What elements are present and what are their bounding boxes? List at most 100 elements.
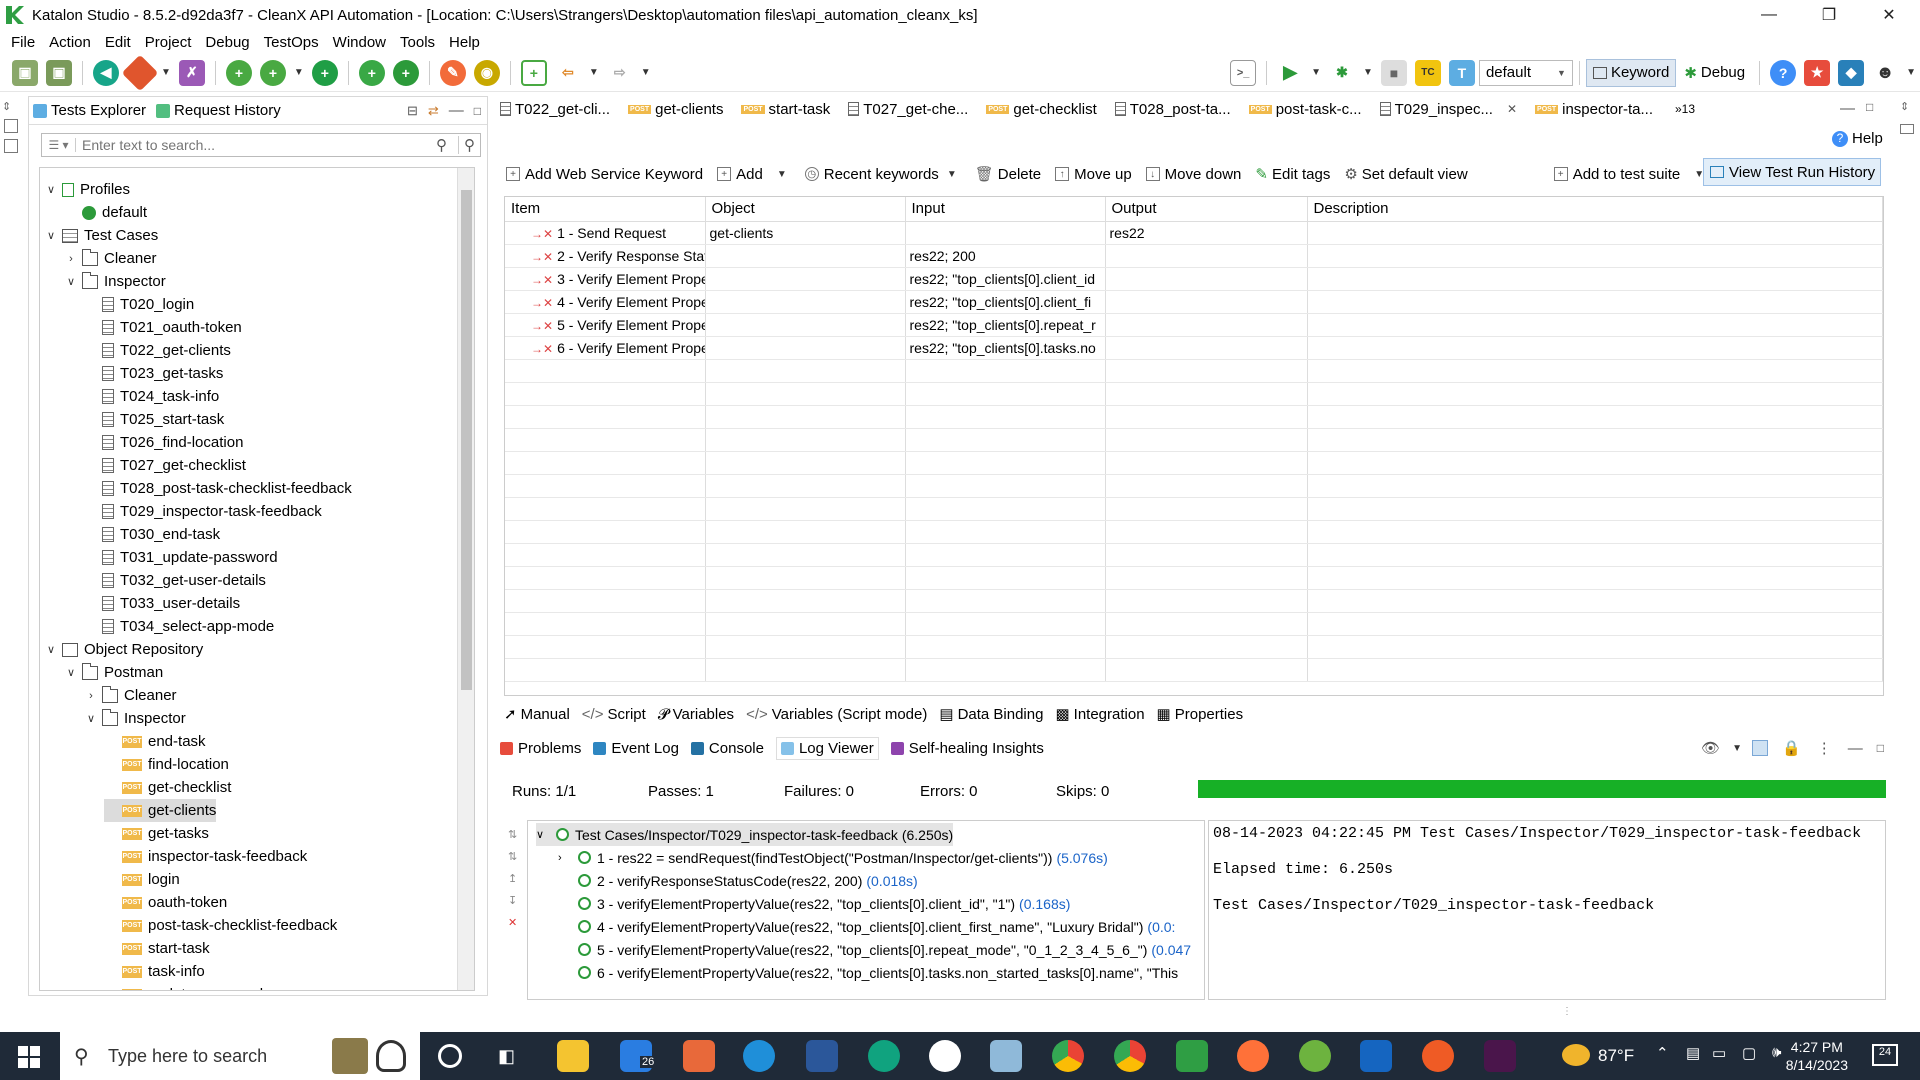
stop-icon[interactable]: ■ bbox=[1380, 59, 1407, 86]
menu-action[interactable]: Action bbox=[49, 34, 91, 51]
tree-test-case[interactable]: T022_get-clients bbox=[84, 339, 231, 362]
move-up-button[interactable]: ↑ Move up bbox=[1055, 166, 1132, 183]
minimize-button[interactable]: — bbox=[1740, 0, 1798, 30]
grid-cell-object[interactable] bbox=[705, 612, 906, 636]
tab-overflow-indicator[interactable]: »13 bbox=[1675, 102, 1695, 116]
grid-cell-input[interactable]: res22; 200 bbox=[905, 244, 1106, 268]
editor-tab[interactable]: T027_get-che... bbox=[848, 101, 968, 118]
test-step-row[interactable] bbox=[505, 589, 1883, 613]
tree-tc-inspector[interactable]: ∨ Inspector bbox=[64, 270, 166, 293]
grid-cell-output[interactable] bbox=[1105, 290, 1308, 314]
git-icon[interactable] bbox=[121, 54, 159, 91]
add-button[interactable]: + Add ▼ bbox=[717, 166, 791, 183]
firefox-icon[interactable] bbox=[1237, 1040, 1269, 1072]
grid-cell-output[interactable] bbox=[1105, 359, 1308, 383]
new-icon[interactable]: + bbox=[225, 59, 252, 86]
tree-test-case[interactable]: T027_get-checklist bbox=[84, 454, 246, 477]
keyword-perspective-button[interactable]: Keyword bbox=[1585, 58, 1677, 87]
grid-cell-input[interactable] bbox=[905, 566, 1106, 590]
editor-tab[interactable]: T028_post-ta... bbox=[1114, 101, 1231, 118]
task-view-icon[interactable]: ◧ bbox=[498, 1046, 515, 1067]
grid-cell-input[interactable] bbox=[905, 451, 1106, 475]
tunnel-icon[interactable]: T bbox=[1448, 59, 1475, 86]
grid-cell-desc[interactable] bbox=[1307, 313, 1883, 337]
test-step-row[interactable]: →✕ 3 - Verify Element Prope res22; "top_cl… bbox=[505, 267, 1883, 291]
test-step-row[interactable] bbox=[505, 566, 1883, 590]
grid-cell-output[interactable] bbox=[1105, 658, 1308, 682]
collapse-all-icon[interactable]: ⊟ bbox=[407, 103, 418, 119]
grid-cell-item[interactable] bbox=[505, 520, 706, 544]
grid-cell-item[interactable]: →✕ 6 - Verify Element Prope bbox=[505, 336, 706, 360]
view-test-run-history-button[interactable]: View Test Run History bbox=[1703, 158, 1881, 186]
log-step[interactable]: 5 - verifyElementPropertyValue(res22, "t… bbox=[578, 938, 1191, 961]
tab-variables[interactable]: 𝓟 Variables bbox=[658, 706, 734, 723]
console-minimize-icon[interactable]: — bbox=[1848, 740, 1863, 757]
add-to-test-suite-button[interactable]: + Add to test suite ▼ bbox=[1553, 166, 1708, 183]
tree-test-case[interactable]: T026_find-location bbox=[84, 431, 243, 454]
tree-test-case[interactable]: T029_inspector-task-feedback bbox=[84, 500, 322, 523]
weather-temp[interactable]: 87°F bbox=[1598, 1046, 1634, 1066]
lock-icon[interactable]: 🔒 bbox=[1782, 739, 1801, 757]
spy-wsdl-icon[interactable]: + bbox=[358, 59, 385, 86]
panel-icon[interactable] bbox=[4, 119, 18, 133]
grid-cell-desc[interactable] bbox=[1307, 382, 1883, 406]
console-maximize-icon[interactable]: □ bbox=[1877, 741, 1884, 755]
grid-cell-item[interactable] bbox=[505, 589, 706, 613]
test-step-row[interactable]: →✕ 5 - Verify Element Prope res22; "top_cl… bbox=[505, 313, 1883, 337]
close-tab-icon[interactable]: ✕ bbox=[1507, 102, 1517, 116]
grid-cell-object[interactable] bbox=[705, 566, 906, 590]
log-step[interactable]: 2 - verifyResponseStatusCode(res22, 200)… bbox=[578, 869, 918, 892]
grid-cell-input[interactable] bbox=[905, 658, 1106, 682]
delete-button[interactable]: 🗑 Delete bbox=[975, 165, 1041, 184]
grid-cell-item[interactable] bbox=[505, 635, 706, 659]
col-item[interactable]: Item bbox=[505, 197, 706, 222]
grid-cell-output[interactable] bbox=[1105, 336, 1308, 360]
tree-request[interactable]: POST login bbox=[104, 868, 180, 891]
log-step[interactable]: › 1 - res22 = sendRequest(findTestObject(… bbox=[558, 846, 1108, 869]
grid-cell-input[interactable]: res22; "top_clients[0].client_id bbox=[905, 267, 1106, 291]
edge-icon[interactable] bbox=[743, 1040, 775, 1072]
katalon-icon[interactable]: ◀ bbox=[93, 59, 119, 86]
tree-object-repository[interactable]: ∨ Object Repository bbox=[44, 638, 203, 661]
previous-icon[interactable]: ↥ bbox=[508, 868, 524, 890]
eye-icon[interactable]: 👁 bbox=[1701, 739, 1720, 757]
grid-cell-item[interactable] bbox=[505, 428, 706, 452]
grid-cell-input[interactable] bbox=[905, 497, 1106, 521]
gift-icon[interactable]: ★ bbox=[1804, 59, 1831, 86]
grid-cell-desc[interactable] bbox=[1307, 405, 1883, 429]
grid-cell-item[interactable]: →✕ 4 - Verify Element Prope bbox=[505, 290, 706, 314]
grid-cell-input[interactable] bbox=[905, 221, 1106, 245]
test-step-row[interactable] bbox=[505, 497, 1883, 521]
collapsed-chevron-icon[interactable]: › bbox=[558, 852, 572, 864]
grid-cell-output[interactable] bbox=[1105, 428, 1308, 452]
terminal-icon[interactable]: >_ bbox=[1230, 59, 1257, 86]
spy-web-icon[interactable]: + bbox=[311, 59, 338, 86]
grid-cell-object[interactable] bbox=[705, 428, 906, 452]
right-panel-icon[interactable] bbox=[1900, 124, 1914, 134]
chatgpt-icon[interactable] bbox=[868, 1040, 900, 1072]
menu-window[interactable]: Window bbox=[333, 34, 386, 51]
testops-icon[interactable]: ✗ bbox=[178, 59, 205, 86]
display-icon[interactable]: ▢ bbox=[1742, 1044, 1756, 1062]
battery-icon[interactable]: ▭ bbox=[1712, 1044, 1726, 1062]
menu-file[interactable]: File bbox=[11, 34, 35, 51]
expanded-chevron-icon[interactable]: ∨ bbox=[44, 229, 58, 242]
test-step-row[interactable] bbox=[505, 635, 1883, 659]
resize-grip-icon[interactable]: ⋮ bbox=[1562, 1006, 1572, 1017]
grid-cell-object[interactable] bbox=[705, 451, 906, 475]
grid-cell-desc[interactable] bbox=[1307, 658, 1883, 682]
weather-icon[interactable] bbox=[1562, 1044, 1590, 1066]
panel-icon-2[interactable] bbox=[4, 139, 18, 153]
clock[interactable]: 4:27 PM 8/14/2023 bbox=[1786, 1038, 1848, 1074]
grid-cell-input[interactable] bbox=[905, 359, 1106, 383]
tree-test-case[interactable]: T033_user-details bbox=[84, 592, 240, 615]
tree-test-case[interactable]: T028_post-task-checklist-feedback bbox=[84, 477, 352, 500]
grid-cell-item[interactable] bbox=[505, 543, 706, 567]
grid-cell-desc[interactable] bbox=[1307, 566, 1883, 590]
notes-icon[interactable] bbox=[990, 1040, 1022, 1072]
grid-cell-item[interactable] bbox=[505, 451, 706, 475]
grid-cell-desc[interactable] bbox=[1307, 451, 1883, 475]
file-explorer-icon[interactable] bbox=[557, 1040, 589, 1072]
grid-cell-desc[interactable] bbox=[1307, 474, 1883, 498]
record-wsdl-icon[interactable]: + bbox=[392, 59, 419, 86]
